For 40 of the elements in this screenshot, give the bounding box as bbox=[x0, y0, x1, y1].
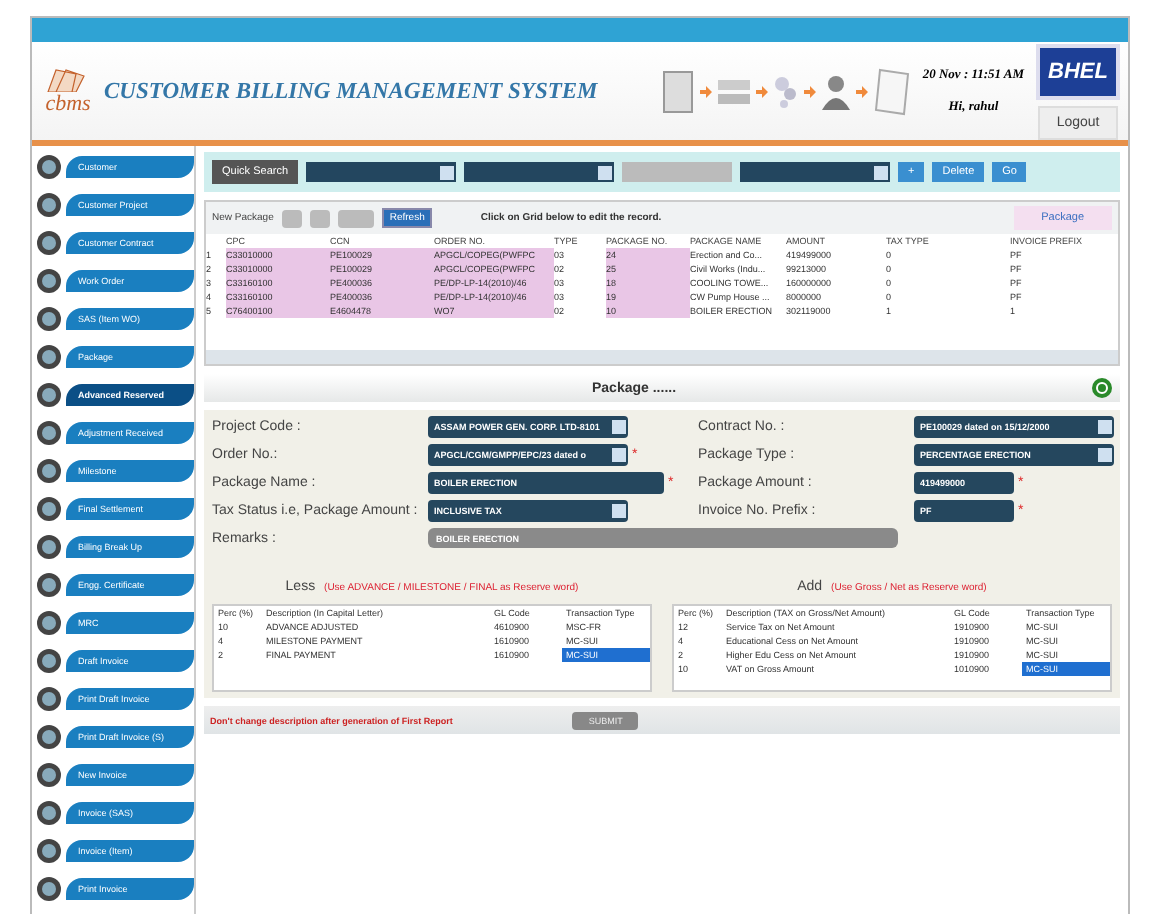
pager-button[interactable] bbox=[281, 209, 302, 227]
arrow-icon bbox=[804, 85, 817, 97]
pager-button[interactable] bbox=[337, 209, 374, 227]
disc-icon bbox=[36, 572, 62, 598]
scrollbar[interactable] bbox=[206, 350, 1118, 364]
disc-icon bbox=[36, 724, 62, 750]
person-icon bbox=[822, 73, 851, 109]
disc-icon bbox=[36, 800, 62, 826]
disc-icon bbox=[36, 420, 62, 446]
dropdown[interactable] bbox=[464, 162, 615, 182]
logo-text: cbms bbox=[45, 91, 91, 115]
arrow-icon bbox=[856, 85, 869, 97]
disc-icon bbox=[36, 762, 62, 788]
disc-icon bbox=[36, 344, 62, 370]
disc-icon bbox=[36, 876, 62, 902]
invoice-icon bbox=[874, 67, 911, 115]
dropdown[interactable] bbox=[306, 162, 457, 182]
disc-icon bbox=[36, 192, 62, 218]
disc-icon bbox=[36, 306, 62, 332]
dropdown[interactable] bbox=[740, 162, 891, 182]
app-title: CUSTOMER BILLING MANAGEMENT SYSTEM bbox=[104, 79, 598, 103]
search-field[interactable] bbox=[622, 162, 733, 182]
arrow-icon bbox=[700, 85, 713, 97]
disc-icon bbox=[36, 496, 62, 522]
disc-icon bbox=[36, 648, 62, 674]
disc-icon bbox=[36, 534, 62, 560]
disc-icon bbox=[36, 610, 62, 636]
disc-icon bbox=[36, 686, 62, 712]
disc-icon bbox=[36, 154, 62, 180]
arrow-icon bbox=[756, 85, 769, 97]
disc-icon bbox=[36, 458, 62, 484]
tray-icon bbox=[718, 79, 751, 103]
brand-logo: BHEL bbox=[1036, 43, 1120, 99]
disc-icon bbox=[36, 838, 62, 864]
pager-button[interactable] bbox=[309, 209, 330, 227]
document-icon bbox=[662, 69, 695, 113]
disc-icon bbox=[36, 382, 62, 408]
go-icon[interactable] bbox=[1092, 378, 1112, 398]
disc-icon bbox=[36, 230, 62, 256]
disc-icon bbox=[36, 268, 62, 294]
